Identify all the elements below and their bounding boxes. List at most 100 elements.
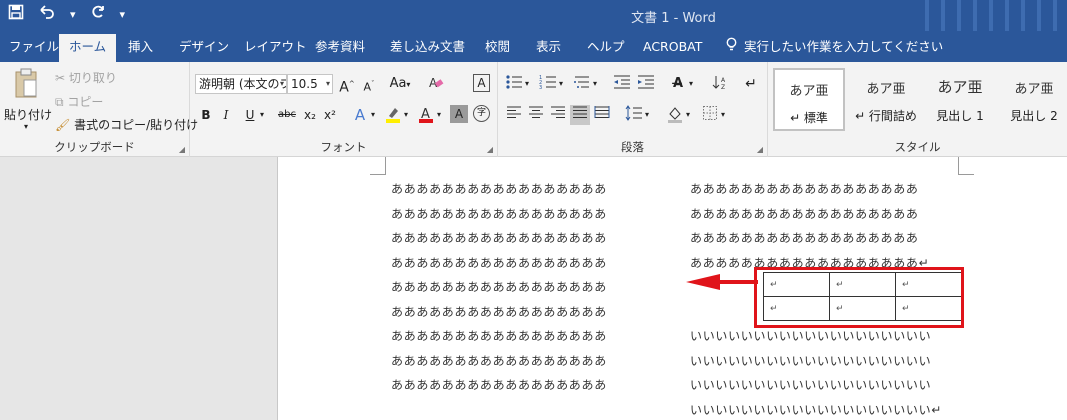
underline-button[interactable]: U [240,105,260,125]
font-name-dropdown-icon: ▾ [279,79,284,88]
paste-label: 貼り付け [4,108,53,122]
align-center-icon[interactable] [526,105,546,125]
font-size-combo[interactable]: 10.5 ▾ [287,74,333,94]
subscript-button[interactable]: x₂ [300,105,320,125]
annotation-highlight-box [754,267,964,328]
format-painter-button[interactable]: 🖌 書式のコピー/貼り付け [55,116,198,133]
strikethrough-button[interactable]: abc [274,105,300,125]
underline-dropdown-icon[interactable]: ▾ [260,110,264,119]
style-name: ↵ 標準 [790,111,828,125]
svg-text:3: 3 [539,85,542,90]
copy-button[interactable]: ⧉ コピー [55,93,103,110]
tab-insert[interactable]: 挿入 [128,31,153,62]
tab-design[interactable]: デザイン [179,31,229,62]
style-no-spacing[interactable]: あア亜 ↵ 行間詰め [850,68,922,131]
enclosed-character-button[interactable]: 字 [473,105,490,122]
text-line: いいいいいいいいいいいいいいいいいいい [690,354,932,368]
asian-layout-dropdown-icon[interactable]: ▾ [689,79,693,88]
styles-group-label: スタイル [894,140,941,154]
clipboard-launcher-icon[interactable]: ◢ [179,145,185,154]
font-launcher-icon[interactable]: ◢ [487,145,493,154]
document-page[interactable]: あああああああああああああああああ あああああああああああああああああ ああああ… [277,157,1067,420]
style-heading-1[interactable]: あア亜 見出し 1 [924,68,996,131]
tab-view[interactable]: 表示 [536,31,561,62]
annotation-arrow-icon [686,274,758,290]
font-name-combo[interactable]: 游明朝 (本文のフォ ▾ [195,74,287,94]
multilevel-dropdown-icon[interactable]: ▾ [593,79,597,88]
paste-dropdown-icon: ▾ [24,122,29,131]
distributed-icon[interactable] [592,105,612,125]
shrink-font-button[interactable]: Aˇ [359,74,379,94]
line-spacing-icon[interactable] [624,105,644,125]
bullets-dropdown-icon[interactable]: ▾ [525,79,529,88]
decrease-indent-icon[interactable] [612,74,632,94]
tab-acrobat[interactable]: ACROBAT [643,31,702,62]
character-shading-icon[interactable]: A [450,105,468,123]
font-size-dropdown-icon: ▾ [325,79,330,88]
align-right-icon[interactable] [548,105,568,125]
font-color-dropdown-icon[interactable]: ▾ [437,110,441,119]
numbering-dropdown-icon[interactable]: ▾ [559,79,563,88]
text-line: あああああああああああああああああ [391,378,607,392]
style-sample: あア亜 [789,84,829,99]
grow-font-button[interactable]: A^ [337,74,357,96]
text-effects-icon[interactable]: A [350,105,370,125]
shading-dropdown-icon[interactable]: ▾ [686,110,690,119]
text-effects-dropdown-icon[interactable]: ▾ [371,110,375,119]
tell-me-box[interactable]: 実行したい作業を入力してください [725,31,943,62]
paragraph-launcher-icon[interactable]: ◢ [757,145,763,154]
style-sample: あア亜 [1014,82,1054,97]
clear-formatting-icon[interactable]: A [426,74,446,94]
title-bar: ▾ ▾ 文書 1 - Word [0,0,1067,60]
highlight-dropdown-icon[interactable]: ▾ [404,110,408,119]
text-line: いいいいいいいいいいいいいいいいいいい [690,378,932,392]
align-left-icon[interactable] [504,105,524,125]
tab-home[interactable]: ホーム [59,34,117,62]
justify-icon[interactable] [570,105,590,125]
cut-button[interactable]: ✂ 切り取り [55,69,117,86]
style-sample: あア亜 [866,82,906,97]
clipboard-group-label: クリップボード [54,140,135,154]
text-line: ああああああああああああああああああ [690,182,919,196]
font-color-icon[interactable]: A [416,105,436,125]
numbering-icon[interactable]: 123 [538,74,558,94]
lightbulb-icon [725,32,738,63]
increase-indent-icon[interactable] [636,74,656,94]
tab-mailings[interactable]: 差し込み文書 [390,31,465,62]
bold-button[interactable]: B [196,105,216,125]
sort-icon[interactable]: AZ [710,74,730,94]
bullets-icon[interactable] [504,74,524,94]
borders-dropdown-icon[interactable]: ▾ [721,110,725,119]
document-area: あああああああああああああああああ あああああああああああああああああ ああああ… [0,157,1067,420]
text-line: あああああああああああああああああ [391,256,607,270]
line-spacing-dropdown-icon[interactable]: ▾ [645,110,649,119]
tab-help[interactable]: ヘルプ [587,31,625,62]
asian-layout-icon[interactable]: A̶ [668,74,688,94]
text-line: いいいいいいいいいいいいいいいいいいい [690,329,932,343]
text-line: あああああああああああああああああ [391,280,607,294]
style-heading-2[interactable]: あア亜 見出し 2 [998,68,1067,131]
style-sample: あア亜 [937,78,983,96]
shading-icon[interactable] [665,105,685,125]
text-line: ああああああああああああああああああ [690,231,919,245]
style-name: ↵ 行間詰め [855,109,917,123]
italic-button[interactable]: I [216,105,236,125]
show-marks-icon[interactable]: ↵ [741,74,761,94]
highlight-icon[interactable] [383,105,403,125]
style-normal[interactable]: あア亜 ↵ 標準 [773,68,845,131]
tab-file[interactable]: ファイル [9,31,59,62]
paste-button[interactable]: 貼り付け ▾ [4,68,52,132]
paragraph-group: ▾ 123 ▾ ▾ A̶ ▾ AZ ↵ ▾ ▾ ▾ 段落 ◢ [498,62,768,157]
tab-layout[interactable]: レイアウト [244,31,307,62]
character-border-icon[interactable]: A [473,74,490,92]
borders-icon[interactable] [700,105,720,125]
text-line: いいいいいいいいいいいいいいいいいいい↵ [690,403,943,417]
multilevel-list-icon[interactable] [572,74,592,94]
text-line: あああああああああああああああああ [391,305,607,319]
change-case-button[interactable]: Aa▾ [386,74,414,94]
superscript-button[interactable]: x² [320,105,340,125]
font-group: 游明朝 (本文のフォ ▾ 10.5 ▾ A^ Aˇ Aa▾ A A B I U … [190,62,498,157]
tab-references[interactable]: 参考資料 [315,31,365,62]
text-line: あああああああああああああああああ [391,207,607,221]
tab-review[interactable]: 校閲 [485,31,510,62]
